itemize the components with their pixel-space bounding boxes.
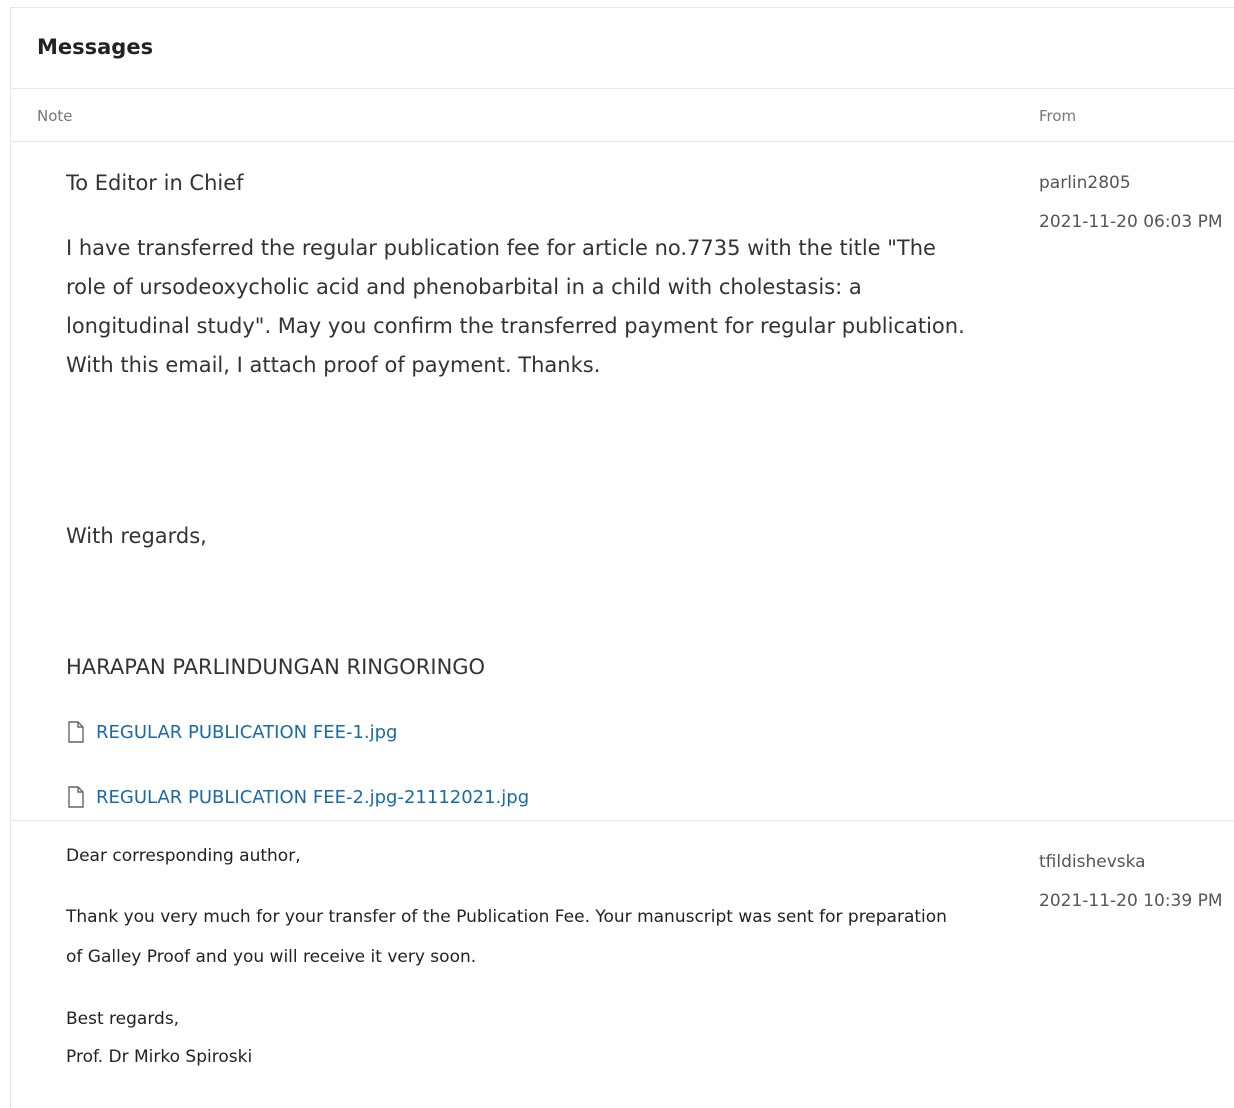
message-note: Dear corresponding author, Thank you ver…: [66, 843, 966, 1077]
message-closing-block: With regards,: [66, 517, 966, 556]
message-salutation: Dear corresponding author,: [66, 846, 301, 866]
panel-header: Messages: [11, 8, 1234, 89]
message-signature: Prof. Dr Mirko Spiroski: [66, 1047, 253, 1067]
attachment-name[interactable]: REGULAR PUBLICATION FEE-1.jpg: [96, 722, 397, 743]
attachment-link[interactable]: REGULAR PUBLICATION FEE-1.jpg: [66, 717, 397, 747]
message-note: To Editor in Chief I have transferred th…: [66, 164, 966, 385]
message-from: tfildishevska 2021-11-20 10:39 PM: [1039, 843, 1234, 921]
messages-panel: Messages Note From To Editor in Chief I …: [10, 7, 1234, 1108]
from-date: 2021-11-20 10:39 PM: [1039, 891, 1223, 911]
panel-title: Messages: [37, 35, 154, 59]
from-username: parlin2805: [1039, 173, 1131, 193]
from-date: 2021-11-20 06:03 PM: [1039, 212, 1223, 232]
message-row: To Editor in Chief I have transferred th…: [11, 142, 1234, 821]
message-from: parlin2805 2021-11-20 06:03 PM: [1039, 164, 1234, 242]
message-row: Dear corresponding author, Thank you ver…: [11, 821, 1234, 1101]
message-body: I have transferred the regular publicati…: [66, 236, 965, 377]
message-salutation: To Editor in Chief: [66, 171, 244, 195]
message-signature-block: HARAPAN PARLINDUNGAN RINGORINGO: [66, 648, 966, 687]
file-icon: [68, 786, 84, 808]
attachment-name[interactable]: REGULAR PUBLICATION FEE-2.jpg-21112021.j…: [96, 787, 529, 808]
column-header-note: Note: [37, 107, 73, 125]
column-header-from: From: [1039, 107, 1077, 125]
message-signature: HARAPAN PARLINDUNGAN RINGORINGO: [66, 655, 486, 679]
message-closing: Best regards,: [66, 1009, 180, 1029]
column-header-row: Note From: [11, 88, 1234, 142]
message-closing: With regards,: [66, 524, 207, 548]
from-username: tfildishevska: [1039, 852, 1146, 872]
message-body: Thank you very much for your transfer of…: [66, 907, 947, 967]
attachment-link[interactable]: REGULAR PUBLICATION FEE-2.jpg-21112021.j…: [66, 782, 529, 812]
file-icon: [68, 721, 84, 743]
